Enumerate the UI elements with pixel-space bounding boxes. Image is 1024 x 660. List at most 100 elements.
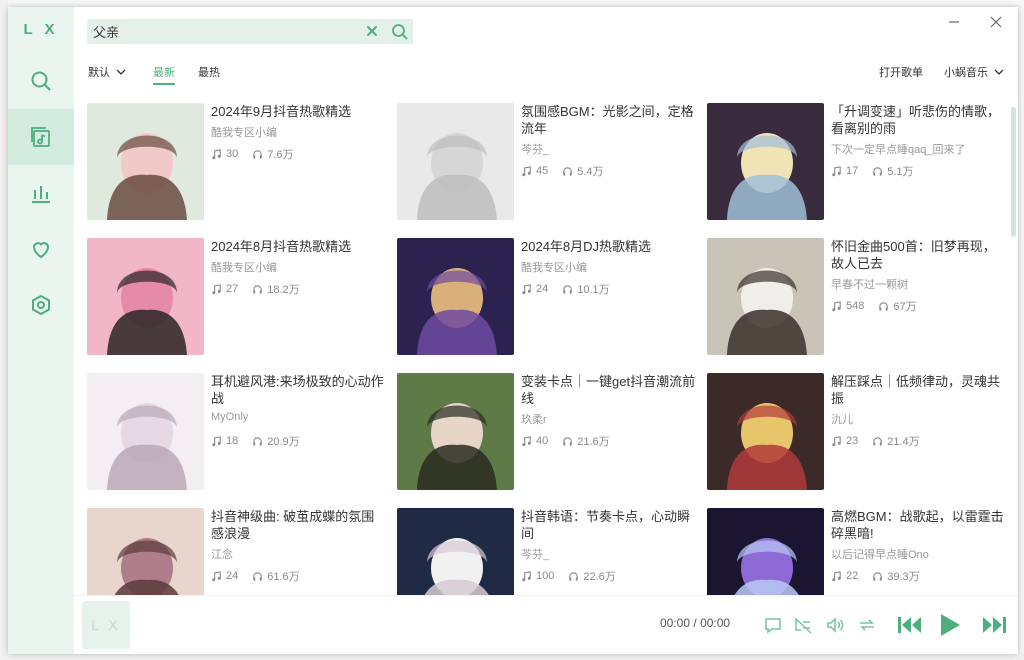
search-input[interactable] [87, 19, 357, 44]
playlist-cover[interactable] [707, 373, 824, 490]
playlist-title: 怀旧金曲500首：旧梦再现，故人已去 [831, 239, 996, 271]
headphones-icon [563, 436, 572, 446]
playlist-stats: 24 10.1万 [521, 281, 610, 297]
settings-icon [32, 294, 50, 316]
tab-latest[interactable]: 最新 [153, 64, 175, 80]
loop-mode-button[interactable] [856, 614, 878, 636]
time-separator: / [693, 616, 697, 630]
play-count: 22.6万 [583, 571, 616, 583]
playlist-stats: 18 20.9万 [211, 433, 300, 449]
repeat-icon [860, 619, 874, 631]
lyric-toggle-button[interactable] [792, 614, 814, 636]
playlist-title: 抖音神级曲: 破茧成蝶的氛围感浪漫 [211, 509, 375, 541]
search-icon [31, 71, 51, 91]
playlist-title: 2024年9月抖音热歌精选 [211, 104, 352, 119]
playlist-card[interactable]: 氛围感BGM：光影之间，定格流年 芩芬_ 45 5.4万 [397, 103, 697, 221]
nav-favorites[interactable] [8, 221, 74, 277]
music-note-icon [522, 165, 531, 176]
song-count: 40 [536, 435, 549, 447]
headphones-icon [253, 149, 262, 159]
playlist-title: 变装卡点｜一键get抖音潮流前线 [521, 374, 696, 406]
playlist-card[interactable]: 2024年8月DJ热歌精选 酷我专区小编 24 10.1万 [397, 238, 697, 356]
sort-dropdown[interactable]: 默认 [88, 64, 126, 80]
music-note-icon [522, 570, 531, 581]
total-time: 00:00 [700, 616, 731, 630]
playlist-card[interactable]: 耳机避风港:来场极致的心动作战 MyOnly 18 20.9万 [87, 373, 387, 491]
headphones-icon [253, 284, 262, 294]
song-count: 18 [226, 435, 239, 447]
playlist-author: 芩芬_ [521, 549, 550, 561]
playlist-card[interactable]: 2024年9月抖音热歌精选 酷我专区小编 30 7.6万 [87, 103, 387, 221]
playlist-cover[interactable] [87, 238, 204, 355]
playlist-stats: 40 21.6万 [521, 433, 610, 449]
music-note-icon [212, 148, 221, 159]
headphones-icon [563, 284, 572, 294]
time-display: 00:00 / 00:00 [660, 616, 730, 630]
playlist-cover[interactable] [87, 103, 204, 220]
playlist-author: 氿儿 [831, 414, 853, 426]
playlist-stats: 27 18.2万 [211, 281, 300, 297]
close-button[interactable] [985, 13, 1007, 31]
playlist-cover[interactable] [397, 238, 514, 355]
nav-playlist[interactable] [8, 109, 74, 165]
playlist-card[interactable]: 怀旧金曲500首：旧梦再现，故人已去早春不过一颗树 548 67万 [707, 238, 1007, 356]
player-cover[interactable]: L X [82, 601, 130, 649]
playlist-stats: 22 39.3万 [831, 568, 920, 584]
music-note-icon [522, 435, 531, 446]
song-count: 23 [846, 435, 859, 447]
music-note-icon [832, 435, 841, 446]
playlist-cover[interactable] [87, 373, 204, 490]
music-note-icon [212, 570, 221, 581]
play-button[interactable] [938, 612, 962, 638]
playlist-cover[interactable] [707, 103, 824, 220]
music-note-icon [832, 165, 841, 176]
headphones-icon [253, 436, 262, 446]
skip-next-icon [983, 617, 1006, 633]
playlist-cover[interactable] [397, 373, 514, 490]
volume-button[interactable] [824, 614, 846, 636]
playlist-stats: 548 67万 [831, 298, 917, 314]
tab-hot[interactable]: 最热 [198, 64, 220, 80]
nav-settings[interactable] [8, 277, 74, 333]
play-count: 21.4万 [887, 436, 920, 448]
play-count: 21.6万 [577, 436, 610, 448]
search-icon [392, 24, 408, 40]
playlist-stats: 30 7.6万 [211, 146, 294, 162]
next-button[interactable] [980, 614, 1008, 636]
play-count: 67万 [893, 301, 917, 313]
playlist-author: 早春不过一颗树 [831, 279, 908, 291]
scrollbar[interactable] [1011, 107, 1016, 237]
song-count: 24 [536, 283, 549, 295]
nav-search[interactable] [8, 53, 74, 109]
playlist-title: 氛围感BGM：光影之间，定格流年 [521, 104, 694, 136]
playlist-cover[interactable] [397, 103, 514, 220]
chevron-down-icon [994, 69, 1004, 75]
music-note-icon [522, 283, 531, 294]
play-icon [941, 614, 960, 636]
current-time: 00:00 [660, 616, 691, 630]
clear-search-button[interactable] [364, 23, 380, 41]
music-note-icon [832, 570, 841, 581]
minimize-button[interactable] [943, 13, 965, 31]
sort-label: 默认 [88, 67, 110, 79]
nav-leaderboard[interactable] [8, 165, 74, 221]
song-count: 45 [536, 165, 549, 177]
cover-image [707, 238, 824, 355]
headphones-icon [569, 571, 579, 581]
source-dropdown[interactable]: 小蜗音乐 [944, 64, 1004, 80]
playlist-card[interactable]: 变装卡点｜一键get抖音潮流前线 玖柔r 40 21.6万 [397, 373, 697, 491]
play-count: 39.3万 [887, 571, 920, 583]
playlist-card[interactable]: 2024年8月抖音热歌精选 酷我专区小编 27 18.2万 [87, 238, 387, 356]
playlist-stats: 17 5.1万 [831, 163, 914, 179]
previous-button[interactable] [896, 614, 924, 636]
open-playlist-button[interactable]: 打开歌单 [879, 64, 923, 80]
playlist-author: 芩芬_ [521, 144, 550, 156]
search-button[interactable] [390, 22, 410, 42]
song-count: 17 [846, 165, 859, 177]
playlist-card[interactable]: 「升调变速」听悲伤的情歌，看离别的雨 下次一定早点睡qaq_回来了 17 5.1万 [707, 103, 1007, 221]
cover-image [87, 103, 204, 220]
playlist-card[interactable]: 解压踩点｜低频律动，灵魂共振 氿儿 23 21.4万 [707, 373, 1007, 491]
comment-button[interactable] [762, 614, 784, 636]
headphones-icon [873, 571, 882, 581]
playlist-cover[interactable] [707, 238, 824, 355]
